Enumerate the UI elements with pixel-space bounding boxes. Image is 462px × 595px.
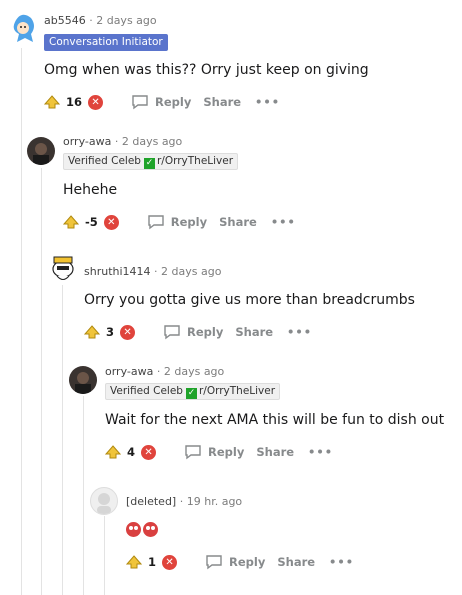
avatar[interactable] <box>69 366 97 394</box>
share-button[interactable]: Share <box>256 445 294 459</box>
reply-label: Reply <box>208 445 245 459</box>
avatar[interactable] <box>48 251 78 283</box>
share-button[interactable]: Share <box>277 555 315 569</box>
reply-label: Reply <box>229 555 266 569</box>
comment-header: ab5546 · 2 days ago <box>44 14 157 27</box>
flair-subreddit-label: r/OrryTheLiver <box>156 155 234 167</box>
thread-line[interactable] <box>21 48 22 595</box>
more-options-button[interactable]: ••• <box>255 95 280 109</box>
upvote-arrow-icon[interactable] <box>105 445 121 459</box>
user-photo-icon <box>27 137 55 165</box>
separator-dot: · <box>114 135 119 148</box>
deleted-user-icon <box>97 493 111 514</box>
comment-body <box>126 522 160 541</box>
reply-button[interactable]: Reply <box>205 554 265 570</box>
more-options-button[interactable]: ••• <box>308 445 333 459</box>
downvote-x-icon[interactable]: ✕ <box>120 324 136 340</box>
timestamp: 2 days ago <box>121 135 183 148</box>
username[interactable]: ab5546 <box>44 14 86 27</box>
upvote-arrow-icon[interactable] <box>44 95 60 109</box>
user-avatar-icon <box>13 14 34 42</box>
upvote-arrow-icon[interactable] <box>84 325 100 339</box>
avatar[interactable] <box>7 12 37 46</box>
comment-actions: 16 ✕ Reply Share ••• <box>44 92 280 112</box>
upvote-arrow-icon[interactable] <box>63 215 79 229</box>
downvote-x-icon[interactable]: ✕ <box>103 214 119 230</box>
speech-bubble-icon <box>164 325 180 340</box>
comment-body: Orry you gotta give us more than breadcr… <box>84 292 415 308</box>
timestamp: 2 days ago <box>96 14 157 27</box>
share-button[interactable]: Share <box>235 325 273 339</box>
share-button[interactable]: Share <box>203 95 241 109</box>
clown-emoji-icon <box>143 522 158 537</box>
speech-bubble-icon <box>148 215 164 230</box>
separator-dot: · <box>179 495 184 508</box>
timestamp: 2 days ago <box>161 265 222 278</box>
thread-line[interactable] <box>83 396 84 595</box>
comment-actions: 1 ✕ Reply Share ••• <box>126 552 354 572</box>
thread-line[interactable] <box>104 516 105 595</box>
more-options-button[interactable]: ••• <box>287 325 312 339</box>
upvote-arrow-icon[interactable] <box>126 555 142 569</box>
reply-label: Reply <box>155 95 192 109</box>
downvote-x-icon[interactable]: ✕ <box>88 94 104 110</box>
user-flair: Verified Celeb ✓ r/OrryTheLiver <box>105 383 281 400</box>
comment-actions: 3 ✕ Reply Share ••• <box>84 322 312 342</box>
timestamp: 2 days ago <box>163 365 225 378</box>
comment-header: shruthi1414 · 2 days ago <box>84 265 221 278</box>
reply-label: Reply <box>187 325 224 339</box>
speech-bubble-icon <box>185 445 201 460</box>
username[interactable]: [deleted] <box>126 495 176 508</box>
user-flair: Verified Celeb ✓ r/OrryTheLiver <box>63 153 239 170</box>
speech-bubble-icon <box>206 555 222 570</box>
comment-header: orry-awa · 2 days ago <box>63 135 182 148</box>
speech-bubble-icon <box>132 95 148 110</box>
separator-dot: · <box>89 14 93 27</box>
username[interactable]: shruthi1414 <box>84 265 151 278</box>
comment-body: Hehehe <box>63 182 118 198</box>
thread-line[interactable] <box>41 168 42 595</box>
avatar[interactable] <box>90 487 118 515</box>
reply-button[interactable]: Reply <box>184 444 244 460</box>
separator-dot: · <box>156 365 161 378</box>
separator-dot: · <box>154 265 158 278</box>
comment-actions: 4 ✕ Reply Share ••• <box>105 442 333 462</box>
flair-verified-label: Verified Celeb <box>110 385 183 397</box>
vote-score: -5 <box>85 215 98 229</box>
timestamp: 19 hr. ago <box>186 495 243 508</box>
share-button[interactable]: Share <box>219 215 257 229</box>
vote-score: 3 <box>106 325 115 339</box>
comment-body: Wait for the next AMA this will be fun t… <box>105 412 445 428</box>
user-flair: Conversation Initiator <box>44 34 168 51</box>
more-options-button[interactable]: ••• <box>329 555 354 569</box>
snoo-avatar-icon <box>52 256 74 280</box>
downvote-x-icon[interactable]: ✕ <box>141 444 157 460</box>
more-options-button[interactable]: ••• <box>271 215 296 229</box>
vote-score: 16 <box>66 95 83 109</box>
downvote-x-icon[interactable]: ✕ <box>162 554 178 570</box>
reply-button[interactable]: Reply <box>147 214 207 230</box>
check-mark-icon: ✓ <box>185 388 197 399</box>
username[interactable]: orry-awa <box>105 365 153 378</box>
user-photo-icon <box>69 366 97 394</box>
reply-button[interactable]: Reply <box>131 94 191 110</box>
vote-score: 4 <box>127 445 136 459</box>
check-mark-icon: ✓ <box>143 158 155 169</box>
comment-actions: -5 ✕ Reply Share ••• <box>63 212 296 232</box>
username[interactable]: orry-awa <box>63 135 111 148</box>
comment-header: [deleted] · 19 hr. ago <box>126 495 242 508</box>
clown-emoji-icon <box>126 522 141 537</box>
comment-body: Omg when was this?? Orry just keep on gi… <box>44 62 369 78</box>
reply-button[interactable]: Reply <box>163 324 223 340</box>
avatar[interactable] <box>27 137 55 165</box>
thread-line[interactable] <box>62 285 63 595</box>
flair-subreddit-label: r/OrryTheLiver <box>198 385 276 397</box>
reply-label: Reply <box>170 215 208 229</box>
vote-score: 1 <box>148 555 157 569</box>
flair-verified-label: Verified Celeb <box>68 155 141 167</box>
comment-header: orry-awa · 2 days ago <box>105 365 224 378</box>
